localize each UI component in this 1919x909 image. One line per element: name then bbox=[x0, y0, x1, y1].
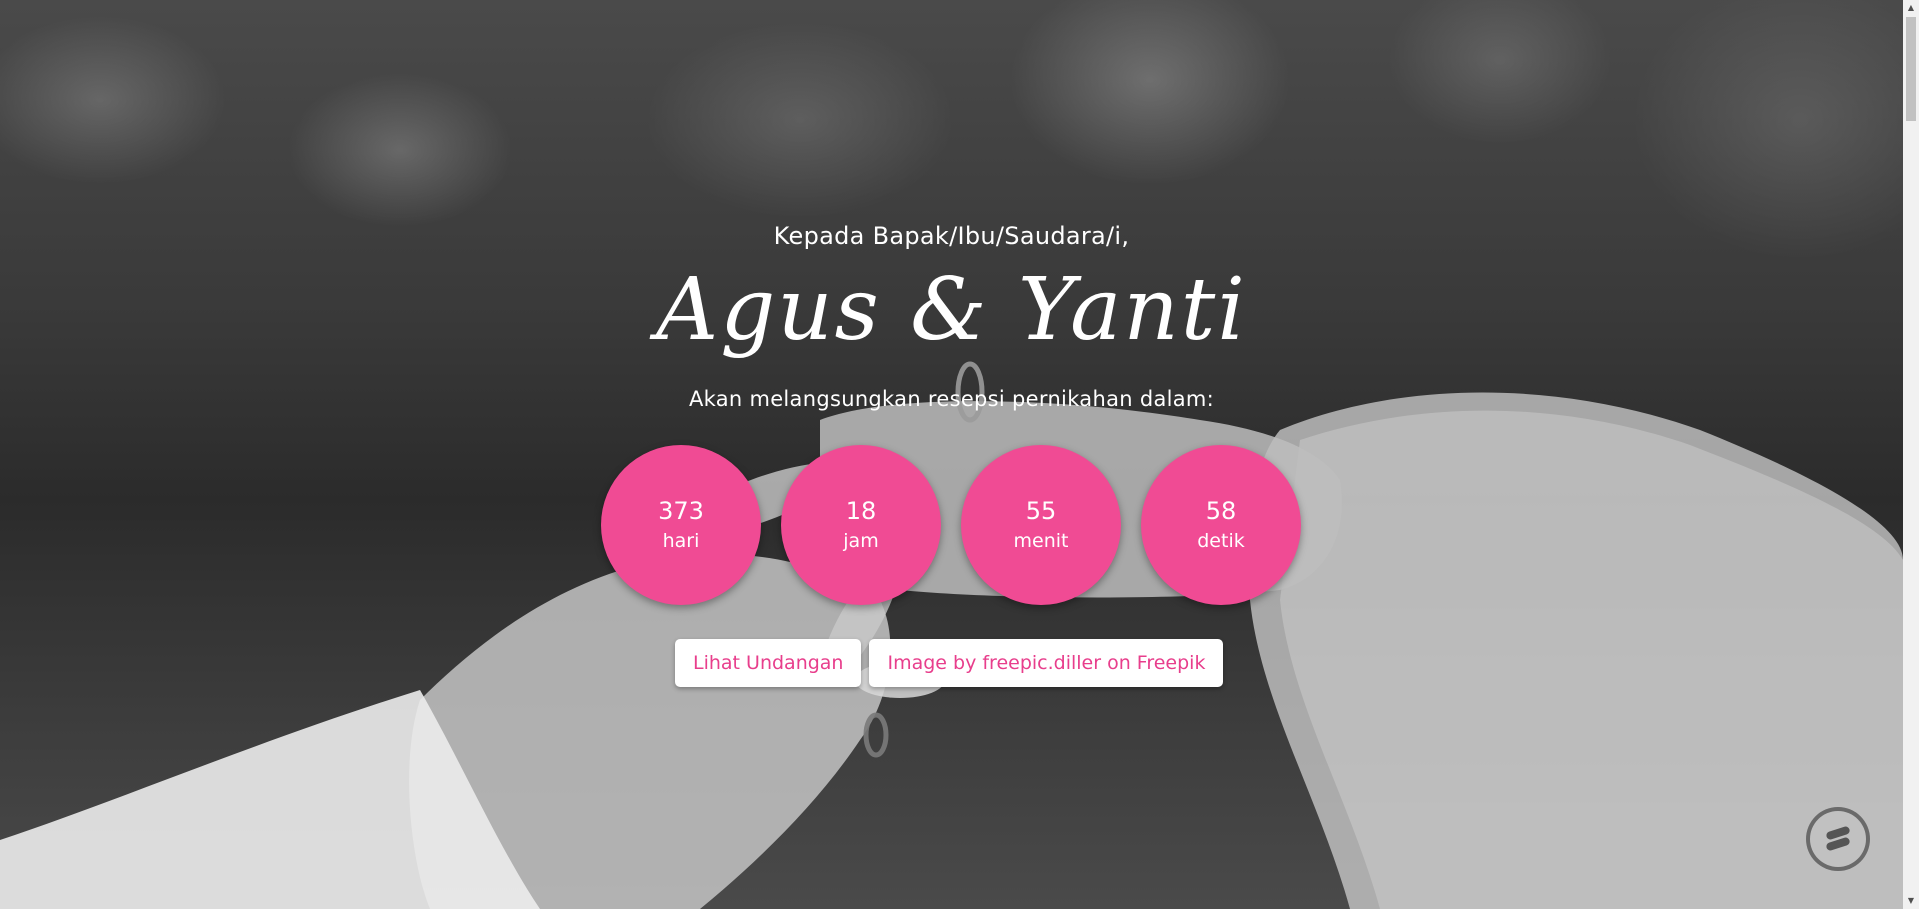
page: Kepada Bapak/Ibu/Saudara/i, Agus & Yanti… bbox=[0, 0, 1919, 909]
countdown-unit: hari bbox=[662, 530, 700, 552]
countdown-value: 18 bbox=[845, 497, 877, 525]
countdown-timer: 373 hari 18 jam 55 menit 58 detik bbox=[601, 445, 1301, 605]
chat-widget-icon[interactable] bbox=[1806, 807, 1870, 871]
action-buttons: Lihat Undangan Image by freepic.diller o… bbox=[675, 639, 1224, 687]
hero-section: Kepada Bapak/Ibu/Saudara/i, Agus & Yanti… bbox=[0, 0, 1903, 909]
couple-names: Agus & Yanti bbox=[656, 260, 1247, 360]
countdown-days: 373 hari bbox=[601, 445, 761, 605]
countdown-value: 55 bbox=[1025, 497, 1057, 525]
countdown-subtitle: Akan melangsungkan resepsi pernikahan da… bbox=[688, 387, 1215, 411]
view-invitation-button[interactable]: Lihat Undangan bbox=[675, 639, 862, 687]
countdown-unit: jam bbox=[843, 530, 879, 552]
countdown-unit: detik bbox=[1197, 530, 1245, 552]
greeting-text: Kepada Bapak/Ibu/Saudara/i, bbox=[773, 222, 1130, 250]
vertical-scrollbar[interactable]: ▲ ▼ bbox=[1903, 0, 1919, 909]
countdown-minutes: 55 menit bbox=[961, 445, 1121, 605]
chat-widget-glyph bbox=[1826, 826, 1850, 851]
countdown-value: 373 bbox=[658, 497, 704, 525]
scrollbar-thumb[interactable] bbox=[1906, 17, 1916, 121]
scroll-up-arrow-icon[interactable]: ▲ bbox=[1903, 0, 1919, 16]
countdown-unit: menit bbox=[1013, 530, 1069, 552]
scroll-down-arrow-icon[interactable]: ▼ bbox=[1903, 893, 1919, 909]
countdown-hours: 18 jam bbox=[781, 445, 941, 605]
image-credit-link[interactable]: Image by freepic.diller on Freepik bbox=[869, 639, 1224, 687]
countdown-value: 58 bbox=[1205, 497, 1237, 525]
countdown-seconds: 58 detik bbox=[1141, 445, 1301, 605]
